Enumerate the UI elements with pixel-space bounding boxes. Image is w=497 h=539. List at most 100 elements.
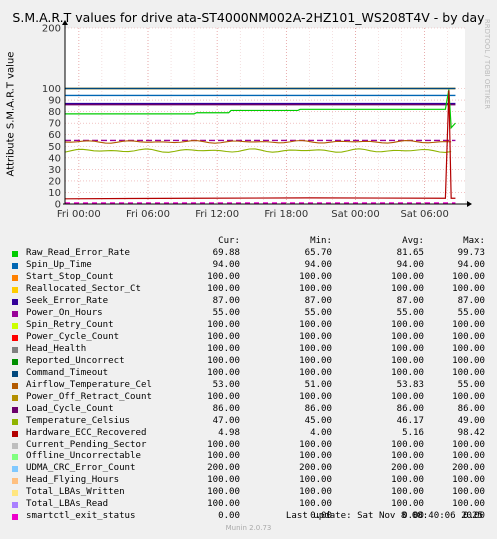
legend-row: Head_Health 100.00 100.00 100.00 100.00 bbox=[12, 344, 492, 356]
legend-min-value: 100.00 bbox=[299, 355, 332, 366]
y-tick-label: 60 bbox=[48, 130, 61, 141]
col-cur-header: Cur: bbox=[218, 236, 240, 246]
legend-swatch bbox=[12, 346, 18, 353]
legend-series-name: Temperature_Celsius bbox=[26, 415, 131, 426]
legend-avg-value: 200.00 bbox=[391, 463, 424, 474]
legend-swatch bbox=[12, 286, 18, 293]
x-tick-label: Sat 06:00 bbox=[400, 209, 448, 220]
legend-swatch bbox=[12, 430, 18, 437]
legend-max-value: 100.00 bbox=[452, 271, 485, 282]
legend-min-value: 100.00 bbox=[299, 331, 332, 342]
legend-max-value: 55.00 bbox=[457, 379, 485, 390]
legend-series-name: Hardware_ECC_Recovered bbox=[26, 427, 147, 438]
legend-cur-value: 53.00 bbox=[212, 379, 240, 390]
legend-max-value: 100.00 bbox=[452, 499, 485, 510]
legend-max-value: 100.00 bbox=[452, 367, 485, 378]
legend-max-value: 100.00 bbox=[452, 487, 485, 498]
legend-avg-value: 100.00 bbox=[391, 319, 424, 330]
legend-min-value: 45.00 bbox=[304, 415, 332, 426]
legend-swatch bbox=[12, 298, 18, 305]
legend-avg-value: 55.00 bbox=[396, 307, 424, 318]
legend-series-name: Command_Timeout bbox=[26, 367, 109, 378]
y-tick-label: 30 bbox=[48, 165, 61, 176]
legend-swatch bbox=[12, 358, 18, 365]
legend-row: Reallocated_Sector_Ct 100.00 100.00 100.00 1… bbox=[12, 284, 492, 296]
legend-cur-value: 100.00 bbox=[207, 367, 240, 378]
legend-row: Power_On_Hours 55.00 55.00 55.00 55.00 bbox=[12, 308, 492, 320]
legend-series-name: Offline_Uncorrectable bbox=[26, 451, 141, 462]
legend-row: Command_Timeout 100.00 100.00 100.00 100.00 bbox=[12, 368, 492, 380]
x-axis-arrow bbox=[467, 201, 472, 207]
legend-row: Load_Cycle_Count 86.00 86.00 86.00 86.00 bbox=[12, 404, 492, 416]
y-tick-label: 200 bbox=[42, 24, 61, 35]
legend-series-name: Airflow_Temperature_Cel bbox=[26, 379, 152, 390]
legend-row: Total_LBAs_Written 100.00 100.00 100.00 100.… bbox=[12, 487, 492, 499]
legend-series-name: Raw_Read_Error_Rate bbox=[26, 248, 131, 258]
legend-min-value: 100.00 bbox=[299, 343, 332, 354]
legend-avg-value: 100.00 bbox=[391, 499, 424, 510]
legend-avg-value: 100.00 bbox=[391, 439, 424, 450]
col-max-header: Max: bbox=[463, 236, 485, 246]
legend-swatch bbox=[12, 310, 18, 317]
legend-avg-value: 100.00 bbox=[391, 391, 424, 402]
legend-row: Airflow_Temperature_Cel 53.00 51.00 53.83 55… bbox=[12, 380, 492, 392]
legend-min-value: 100.00 bbox=[299, 451, 332, 462]
legend-cur-value: 47.00 bbox=[212, 415, 240, 426]
legend-cur-value: 69.88 bbox=[212, 248, 240, 258]
legend-series-name: Start_Stop_Count bbox=[26, 271, 114, 282]
legend-min-value: 100.00 bbox=[299, 283, 332, 294]
legend-avg-value: 100.00 bbox=[391, 331, 424, 342]
legend-avg-value: 100.00 bbox=[391, 451, 424, 462]
legend-cur-value: 100.00 bbox=[207, 487, 240, 498]
legend-cur-value: 100.00 bbox=[207, 499, 240, 510]
legend-series-name: Current_Pending_Sector bbox=[26, 439, 147, 450]
legend-swatch bbox=[12, 466, 18, 473]
legend-series-name: Load_Cycle_Count bbox=[26, 403, 114, 414]
legend-max-value: 87.00 bbox=[457, 295, 485, 306]
x-tick-label: Fri 00:00 bbox=[57, 209, 101, 220]
legend-avg-value: 100.00 bbox=[391, 271, 424, 282]
legend-series-name: Spin_Up_Time bbox=[26, 259, 92, 270]
legend-swatch bbox=[12, 454, 18, 461]
legend-series-name: Reallocated_Sector_Ct bbox=[26, 283, 141, 294]
x-tick-label: Sat 00:00 bbox=[331, 209, 379, 220]
last-update: Last update: Sat Nov 8 08:40:06 2025 bbox=[285, 511, 483, 521]
legend-min-value: 86.00 bbox=[304, 403, 332, 414]
legend-cur-value: 86.00 bbox=[212, 403, 240, 414]
y-tick-label: 40 bbox=[48, 153, 61, 164]
legend-min-value: 200.00 bbox=[299, 463, 332, 474]
legend-min-value: 100.00 bbox=[299, 439, 332, 450]
legend-min-value: 94.00 bbox=[304, 259, 332, 270]
y-tick-label: 70 bbox=[48, 119, 61, 130]
legend-avg-value: 100.00 bbox=[391, 355, 424, 366]
legend-swatch bbox=[12, 406, 18, 413]
legend-series-name: Head_Flying_Hours bbox=[26, 475, 120, 486]
legend-avg-value: 5.16 bbox=[402, 427, 424, 438]
legend-min-value: 100.00 bbox=[299, 475, 332, 486]
legend-cur-value: 200.00 bbox=[207, 463, 240, 474]
legend-cur-value: 4.98 bbox=[218, 427, 240, 438]
legend-min-value: 51.00 bbox=[304, 379, 332, 390]
legend-min-value: 100.00 bbox=[299, 319, 332, 330]
legend-row: Raw_Read_Error_Rate 69.88 65.70 81.65 99.73 bbox=[12, 248, 492, 260]
legend-min-value: 87.00 bbox=[304, 295, 332, 306]
legend-series-name: Power_Cycle_Count bbox=[26, 331, 120, 342]
legend-row: Power_Cycle_Count 100.00 100.00 100.00 100.0… bbox=[12, 332, 492, 344]
col-min-header: Min: bbox=[310, 236, 332, 246]
legend-min-value: 55.00 bbox=[304, 307, 332, 318]
x-tick-label: Fri 06:00 bbox=[126, 209, 170, 220]
y-tick-label: 10 bbox=[48, 188, 61, 199]
legend-swatch bbox=[12, 394, 18, 401]
legend-cur-value: 100.00 bbox=[207, 355, 240, 366]
legend-avg-value: 46.17 bbox=[396, 415, 424, 426]
legend-cur-value: 100.00 bbox=[207, 331, 240, 342]
legend-cur-value: 100.00 bbox=[207, 271, 240, 282]
legend-max-value: 99.73 bbox=[457, 248, 485, 258]
legend-cur-value: 100.00 bbox=[207, 451, 240, 462]
legend-swatch bbox=[12, 334, 18, 341]
legend-swatch bbox=[12, 442, 18, 449]
legend-min-value: 4.00 bbox=[310, 427, 332, 438]
y-tick-label: 90 bbox=[48, 96, 61, 107]
legend-row: UDMA_CRC_Error_Count 200.00 200.00 200.00 20… bbox=[12, 463, 492, 475]
legend-cur-value: 100.00 bbox=[207, 475, 240, 486]
